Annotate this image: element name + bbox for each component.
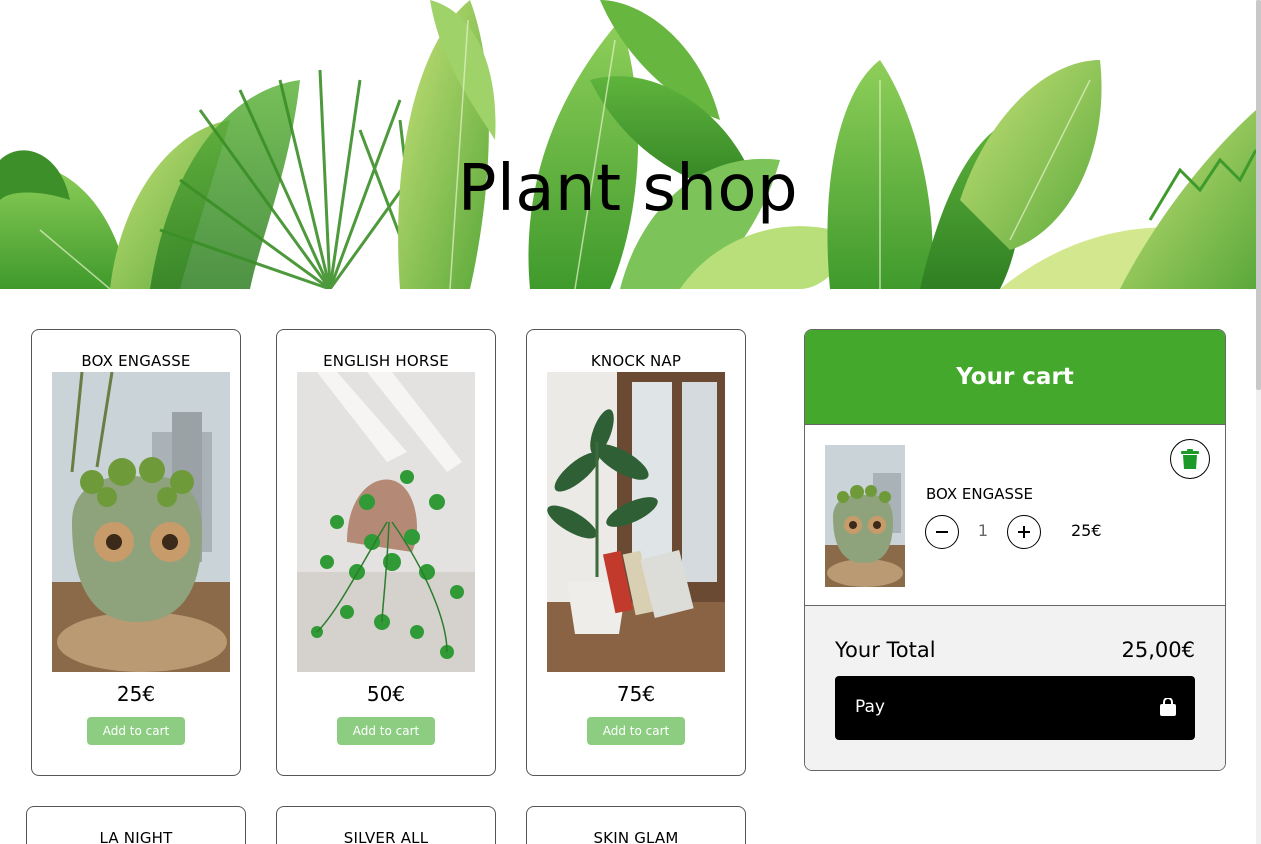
product-name: BOX ENGASSE (81, 352, 191, 370)
product-price: 75€ (616, 682, 656, 706)
product-name: SILVER ALL (343, 829, 429, 844)
increase-quantity-button[interactable] (1007, 515, 1041, 549)
product-name: SKIN GLAM (593, 829, 679, 844)
pay-button[interactable]: Pay (835, 676, 1195, 740)
product-card: SILVER ALL (276, 806, 496, 844)
add-to-cart-button[interactable]: Add to cart (87, 717, 185, 745)
cart-item-image (825, 445, 905, 587)
quantity-value: 1 (977, 521, 989, 540)
tropical-leaves-illustration (0, 0, 1256, 289)
product-card: BOX ENGASSE 25€ Add to cart (31, 329, 241, 776)
shopping-bag-icon (1160, 698, 1176, 716)
product-card: LA NIGHT (26, 806, 246, 844)
product-image[interactable] (52, 372, 230, 672)
cart-panel: Your cart BOX ENGASSE 1 25€ Your Total 2… (804, 329, 1226, 771)
scrollbar-thumb[interactable] (1256, 0, 1261, 390)
add-to-cart-button[interactable]: Add to cart (587, 717, 685, 745)
product-name: KNOCK NAP (590, 352, 682, 370)
product-price: 50€ (366, 682, 406, 706)
product-card: ENGLISH HORSE 50€ Add to cart (276, 329, 496, 776)
product-name: ENGLISH HORSE (323, 352, 449, 370)
product-name: LA NIGHT (99, 829, 173, 844)
cart-title: Your cart (805, 330, 1225, 424)
total-value: 25,00€ (1121, 638, 1195, 662)
product-card: KNOCK NAP 75€ Add to cart (526, 329, 746, 776)
scrollbar[interactable] (1256, 0, 1261, 844)
product-price: 25€ (116, 682, 156, 706)
page-title: Plant shop (457, 152, 799, 226)
pay-label: Pay (855, 697, 885, 717)
header-banner: Plant shop (0, 0, 1256, 289)
product-image[interactable] (547, 372, 725, 672)
plus-icon (1018, 526, 1030, 538)
cart-summary: Your Total 25,00€ Pay (805, 606, 1225, 770)
add-to-cart-button[interactable]: Add to cart (337, 717, 435, 745)
cart-item-name: BOX ENGASSE (926, 485, 1034, 503)
product-image[interactable] (297, 372, 475, 672)
remove-item-button[interactable] (1170, 439, 1210, 479)
cart-item: BOX ENGASSE 1 25€ (805, 424, 1225, 606)
trash-icon (1181, 449, 1199, 469)
cart-item-price: 25€ (1071, 521, 1102, 540)
product-card: SKIN GLAM (526, 806, 746, 844)
total-label: Your Total (835, 638, 936, 662)
minus-icon (936, 531, 948, 533)
decrease-quantity-button[interactable] (925, 515, 959, 549)
